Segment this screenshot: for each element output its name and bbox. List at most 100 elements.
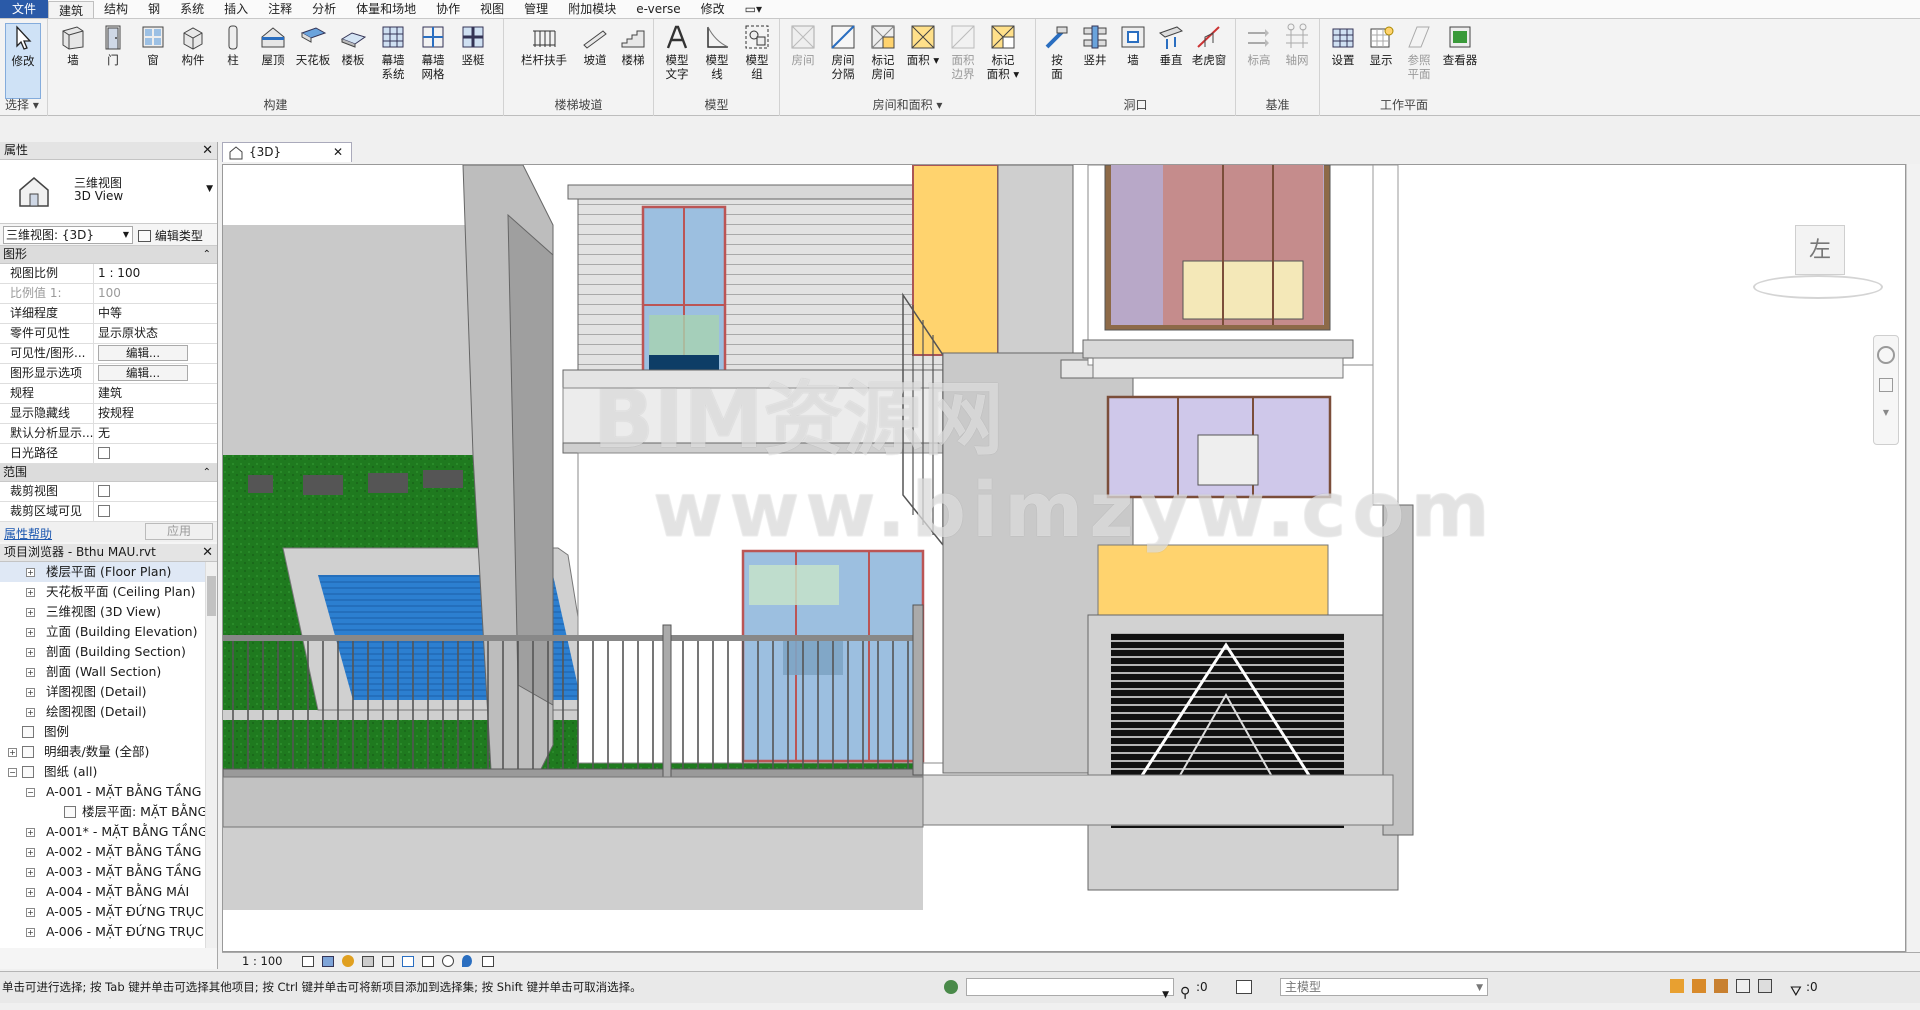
edit-property-button[interactable]: 编辑... [98,365,188,381]
window-button[interactable]: 窗 [134,23,172,67]
property-value[interactable]: 无 [94,424,217,443]
expand-toggle-icon[interactable]: + [26,628,35,637]
property-checkbox[interactable] [98,505,110,517]
grid-button[interactable]: 轴网 [1278,23,1316,67]
menu-tab-6[interactable]: 注释 [258,0,302,18]
property-value[interactable] [94,444,217,463]
menu-tab-4[interactable]: 系统 [170,0,214,18]
apply-button[interactable]: 应用 [145,523,213,540]
menu-tab-14[interactable]: 修改 [691,0,735,18]
browser-tree-item[interactable]: + 详图视图 (Detail) [0,682,217,702]
room-button[interactable]: 房间 [784,23,822,67]
shaft-button[interactable]: 竖井 [1076,23,1114,67]
floor-button[interactable]: 楼板 [334,23,372,67]
browser-tree-item[interactable]: + A-002 - MẶT BẰNG TẦNG [0,842,217,862]
property-value[interactable]: 中等 [94,304,217,323]
menu-tab-12[interactable]: 附加模块 [558,0,626,18]
property-value[interactable]: 编辑... [94,364,217,383]
menu-tab-1[interactable]: 建筑 [48,1,95,18]
view-tab-3d[interactable]: {3D} ✕ [222,142,352,162]
browser-tree-item[interactable]: + 楼层平面 (Floor Plan) [0,562,217,582]
design-option-select[interactable]: 主模型 ▼ [1280,978,1488,996]
select-links-icon[interactable] [1670,979,1684,993]
tag-room-button[interactable]: 标记 房间 [864,23,902,81]
curtain-system-button[interactable]: 幕墙 系统 [374,23,412,81]
level-button[interactable]: 标高 [1240,23,1278,67]
browser-tree-item[interactable]: + 三维视图 (3D View) [0,602,217,622]
instance-filter-select[interactable]: 三维视图: {3D} ▼ [3,226,133,244]
design-options-icon[interactable] [1236,980,1252,994]
browser-tree-item[interactable]: + A-004 - MẶT BẰNG MÁI [0,882,217,902]
property-row[interactable]: 详细程度 中等 [0,304,217,324]
roof-button[interactable]: 屋顶 [254,23,292,67]
browser-tree-item[interactable]: + A-003 - MẶT BẰNG TẦNG [0,862,217,882]
menu-tab-3[interactable]: 钢 [138,0,170,18]
browser-tree-item[interactable]: + A-006 - MẶT ĐỨNG TRỤC [0,922,217,942]
area-boundary-button[interactable]: 面积 边界 [944,23,982,81]
model-group-button[interactable]: 模型 组 [738,23,776,81]
browser-tree-item[interactable]: + 立面 (Building Elevation) [0,622,217,642]
area-button[interactable]: 面积 ▾ [904,23,942,67]
select-by-face-icon[interactable] [1736,979,1750,993]
door-button[interactable]: 门 [94,23,132,67]
worksharing-icon[interactable] [944,980,958,994]
properties-section-0[interactable]: 图形 ⌃ [0,246,217,264]
dormer-button[interactable]: 老虎窗 [1190,23,1228,67]
expand-toggle-icon[interactable]: + [26,648,35,657]
property-checkbox[interactable] [98,485,110,497]
expand-toggle-icon[interactable]: + [26,868,35,877]
tag-area-button[interactable]: 标记 面积 ▾ [984,23,1022,81]
close-browser-icon[interactable]: ✕ [202,544,213,561]
expand-toggle-icon[interactable]: + [26,588,35,597]
drag-on-selection-icon[interactable] [1758,979,1772,993]
select-underlay-icon[interactable] [1692,979,1706,993]
browser-tree-item[interactable]: − 图纸 (all) [0,762,217,782]
property-row[interactable]: 日光路径 [0,444,217,464]
ref-plane-button[interactable]: 参照 平面 [1400,23,1438,81]
browser-tree-item[interactable]: + A-005 - MẶT ĐỨNG TRỤC [0,902,217,922]
expand-toggle-icon[interactable]: + [26,928,35,937]
menu-tab-13[interactable]: e-verse [626,0,690,18]
crop-view-icon[interactable] [402,956,414,967]
menu-tab-7[interactable]: 分析 [302,0,346,18]
property-value[interactable] [94,502,217,521]
model-line-button[interactable]: 模型 线 [698,23,736,81]
nav-more-icon[interactable]: ▼ [1874,408,1898,417]
properties-help-link[interactable]: 属性帮助 [4,525,52,542]
expand-toggle-icon[interactable]: + [8,748,17,757]
menu-tab-5[interactable]: 插入 [214,0,258,18]
property-row[interactable]: 零件可见性 显示原状态 [0,324,217,344]
menu-tab-9[interactable]: 协作 [426,0,470,18]
browser-tree-item[interactable]: 图例 [0,722,217,742]
expand-toggle-icon[interactable]: + [26,708,35,717]
expand-toggle-icon[interactable]: + [26,848,35,857]
property-value[interactable] [94,482,217,501]
model-text-button[interactable]: 模型 文字 [658,23,696,81]
property-value[interactable]: 1 : 100 [94,264,217,283]
type-dropdown-icon[interactable]: ▼ [206,184,213,194]
visual-style-icon[interactable] [322,956,334,967]
shadows-icon[interactable] [362,956,374,967]
browser-tree-item[interactable]: + A-001* - MẶT BẰNG TẦNG [0,822,217,842]
vertical-opening-button[interactable]: 垂直 [1152,23,1190,67]
view-scale[interactable]: 1 : 100 [242,953,282,969]
viewport-scrollbar[interactable] [1906,164,1920,952]
wall-button[interactable]: 墙 [54,23,92,67]
menu-tab-2[interactable]: 结构 [94,0,138,18]
zoom-region-icon[interactable] [1879,378,1893,392]
property-row[interactable]: 裁剪区域可见 [0,502,217,522]
browser-tree-item[interactable]: + 剖面 (Building Section) [0,642,217,662]
browser-tree-item[interactable]: + 剖面 (Wall Section) [0,662,217,682]
property-value[interactable]: 按规程 [94,404,217,423]
wall-opening-button[interactable]: 墙 [1114,23,1152,67]
expand-toggle-icon[interactable]: + [26,668,35,677]
modify-button[interactable]: 修改 [5,23,41,99]
browser-tree-item[interactable]: − A-001 - MẶT BẰNG TẦNG [0,782,217,802]
edit-property-button[interactable]: 编辑... [98,345,188,361]
property-value[interactable]: 100 [94,284,217,303]
show-crop-region-icon[interactable] [422,956,434,967]
menu-tab-0[interactable]: 文件 [0,0,49,18]
ceiling-button[interactable]: 天花板 [294,23,332,67]
property-row[interactable]: 视图比例 1 : 100 [0,264,217,284]
edit-type-button[interactable]: 编辑类型 [138,227,203,244]
